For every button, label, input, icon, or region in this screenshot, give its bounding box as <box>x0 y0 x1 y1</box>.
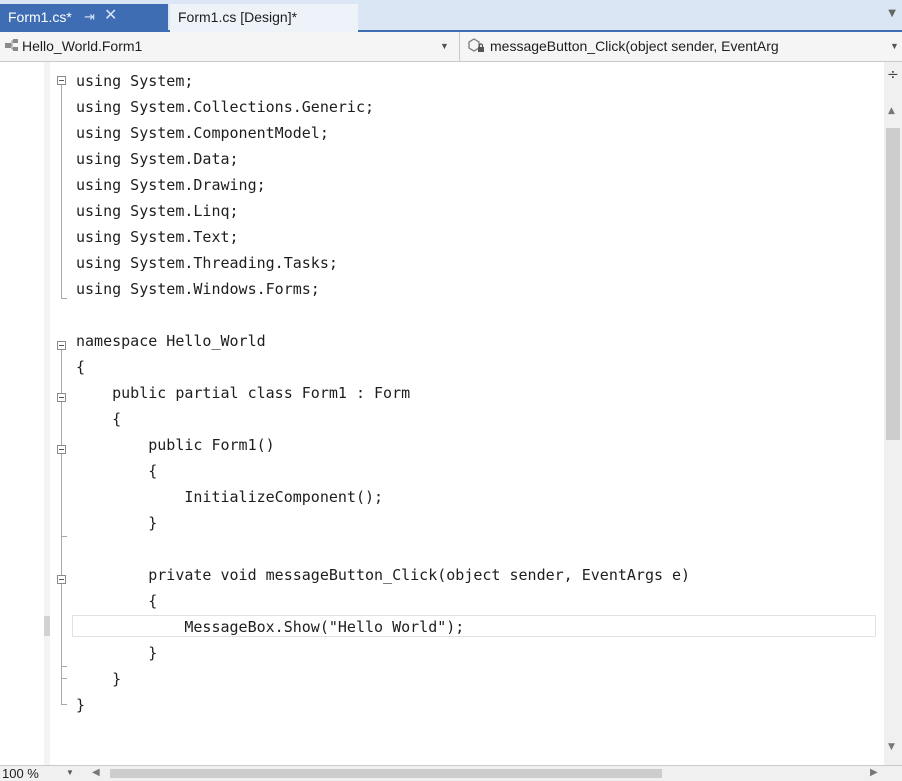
outline-end <box>61 666 67 667</box>
code-line: using System.ComponentModel; <box>76 124 329 142</box>
selection-margin <box>44 62 50 765</box>
outline-guide <box>61 350 62 704</box>
editor-status-bar: 100 % ▼ ◀ ▶ <box>0 765 902 781</box>
code-line: } <box>76 696 86 714</box>
tab-label: Form1.cs* <box>8 9 72 25</box>
collapse-toggle-icon[interactable] <box>57 76 66 85</box>
close-icon[interactable]: ✕ <box>104 3 117 29</box>
tab-form1-cs[interactable]: Form1.cs* ⇥ ✕ <box>0 4 168 32</box>
pin-icon[interactable]: ⇥ <box>84 4 95 30</box>
navigation-bar: Hello_World.Form1 ▼ messageButton_Click(… <box>0 32 902 62</box>
code-line: MessageBox.Show("Hello World"); <box>76 618 465 636</box>
scroll-up-icon[interactable]: ▲ <box>888 106 895 116</box>
code-line: using System.Threading.Tasks; <box>76 254 338 272</box>
outline-end <box>61 536 67 537</box>
code-line: { <box>76 358 86 376</box>
scroll-down-icon[interactable]: ▼ <box>888 742 895 752</box>
private-method-icon <box>468 38 484 52</box>
chevron-down-icon[interactable]: ▼ <box>888 8 896 19</box>
code-line: public Form1() <box>76 436 275 454</box>
code-line: using System; <box>76 72 194 90</box>
chevron-down-icon[interactable]: ▼ <box>66 768 74 777</box>
collapse-toggle-icon[interactable] <box>57 575 66 584</box>
code-editor[interactable]: using System; using System.Collections.G… <box>0 62 902 765</box>
code-line: { <box>76 410 122 428</box>
collapse-toggle-icon[interactable] <box>57 341 66 350</box>
class-dropdown-value: Hello_World.Form1 <box>22 38 143 54</box>
code-line: using System.Linq; <box>76 202 239 220</box>
outline-end <box>61 678 67 679</box>
zoom-level[interactable]: 100 % <box>2 766 39 781</box>
scroll-right-icon[interactable]: ▶ <box>870 767 878 778</box>
code-line: using System.Text; <box>76 228 239 246</box>
code-line: public partial class Form1 : Form <box>76 384 411 402</box>
code-line: InitializeComponent(); <box>76 488 384 506</box>
split-window-icon[interactable]: ÷ <box>887 68 899 82</box>
code-line: } <box>76 514 158 532</box>
code-line: namespace Hello_World <box>76 332 266 350</box>
class-icon <box>5 39 18 51</box>
code-line: private void messageButton_Click(object … <box>76 566 691 584</box>
class-dropdown[interactable]: Hello_World.Form1 ▼ <box>0 32 460 61</box>
change-tracking-marker <box>44 616 50 636</box>
vertical-scrollbar[interactable]: ÷ ▲ ▼ <box>884 62 902 765</box>
chevron-down-icon: ▼ <box>440 41 449 51</box>
collapse-toggle-icon[interactable] <box>57 393 66 402</box>
code-line: } <box>76 670 122 688</box>
code-line: using System.Collections.Generic; <box>76 98 375 116</box>
outline-end <box>61 298 67 299</box>
code-line: { <box>76 462 158 480</box>
collapse-toggle-icon[interactable] <box>57 445 66 454</box>
tab-form1-design[interactable]: Form1.cs [Design]* <box>170 4 358 32</box>
code-line: using System.Drawing; <box>76 176 266 194</box>
member-dropdown-value: messageButton_Click(object sender, Event… <box>490 38 779 54</box>
tab-label: Form1.cs [Design]* <box>178 9 298 25</box>
code-line: { <box>76 592 158 610</box>
visual-studio-editor-window: Form1.cs* ⇥ ✕ Form1.cs [Design]* ▼ Hello… <box>0 0 902 781</box>
scroll-thumb[interactable] <box>886 128 900 440</box>
code-line: } <box>76 644 158 662</box>
document-tab-strip: Form1.cs* ⇥ ✕ Form1.cs [Design]* ▼ <box>0 0 902 32</box>
horizontal-scroll-thumb[interactable] <box>110 769 662 778</box>
chevron-down-icon: ▼ <box>890 41 899 51</box>
code-line: using System.Data; <box>76 150 239 168</box>
member-dropdown[interactable]: messageButton_Click(object sender, Event… <box>462 32 902 61</box>
outline-guide <box>61 85 62 298</box>
scroll-left-icon[interactable]: ◀ <box>92 767 100 778</box>
outline-end <box>61 704 67 705</box>
code-line: using System.Windows.Forms; <box>76 280 320 298</box>
